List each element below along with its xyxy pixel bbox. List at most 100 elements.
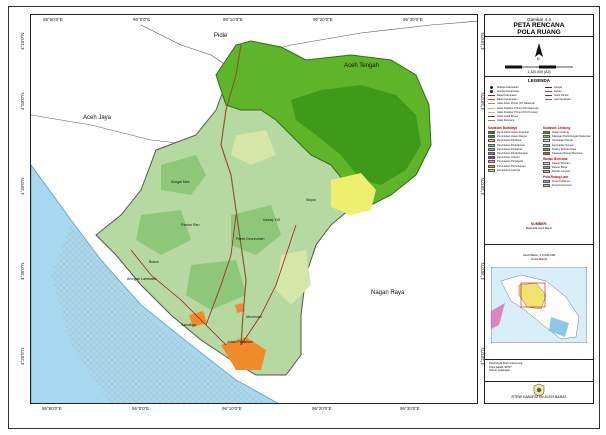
legend-pola-title: Pola Ruang Laut xyxy=(543,174,569,179)
region-nagan-raya: Nagan Raya xyxy=(371,290,405,296)
legend-item: Peruntukan Perikanan xyxy=(488,147,529,151)
legend-symbol-icon xyxy=(543,152,550,156)
legend-item: Peruntukan Permukiman xyxy=(488,164,529,168)
legend-label: Peruntukan Lainnya xyxy=(497,168,521,172)
legend-symbol-icon xyxy=(488,147,495,151)
legend-symbol-icon xyxy=(543,161,550,165)
legend-label: Ibukota Kecamatan xyxy=(497,89,520,93)
town-label: Johan Pahlawan xyxy=(227,340,253,344)
agency-name: RTRW KABUPATEN ACEH BARAT xyxy=(511,395,567,399)
legend-label: Rawan Longsor xyxy=(552,170,571,174)
legend-label: Peruntukan Hutan Produksi xyxy=(497,131,529,135)
legend-symbol-icon xyxy=(545,86,552,88)
legend-symbol-icon xyxy=(543,143,550,147)
legend-label: Jalan Kolektor Primer (KK Nasional) xyxy=(497,106,539,110)
legend-symbol-icon xyxy=(488,103,495,105)
legend-symbol-icon xyxy=(545,94,552,96)
legend-title: LEGENDA xyxy=(527,78,550,83)
legend-label: Jalan Arteri Primer (KT Nasional) xyxy=(497,102,535,106)
legend-symbol-icon xyxy=(488,99,495,101)
town-label: Arongan Lambalek xyxy=(127,277,157,281)
town-label: Sungai Mas xyxy=(171,180,190,184)
legend-label: Peruntukan Pertanian xyxy=(497,139,523,143)
legend-label: Peruntukan Perkebunan xyxy=(497,143,525,147)
legend-item: Peruntukan Pariwisata xyxy=(488,160,529,164)
town-label: Meureubo xyxy=(246,315,262,319)
reference-block: Peta Rupa Bumi Indonesia Citra Satelit S… xyxy=(485,360,593,382)
legend-label: Ibukota Kabupaten xyxy=(497,85,519,89)
legend-symbol-icon xyxy=(488,143,495,147)
region-aceh-jaya: Aceh Jaya xyxy=(83,115,112,121)
map-panel: Gambar 4.4 PETA RENCANA POLA RUANG N 1:3… xyxy=(484,14,594,404)
tick-bottom-5: 96°30'0"E xyxy=(400,406,420,411)
legend-item: Jalan Rencana xyxy=(488,119,539,123)
agency-block: RTRW KABUPATEN ACEH BARAT xyxy=(485,382,593,404)
legend-label: Rawan Banjir xyxy=(552,165,568,169)
legend-label: Peruntukan Hutan Rakyat xyxy=(497,135,527,139)
legend-symbol-icon xyxy=(488,139,495,143)
legend-item: Jalur Evakuasi xyxy=(545,98,571,102)
town-label: Kaway XVI xyxy=(263,218,281,222)
map-title-line2: POLA RUANG xyxy=(517,29,561,36)
legend-label: Jalan Lokal Primer xyxy=(497,114,519,118)
legend-label: Garis Pantai xyxy=(554,93,569,97)
legend-item: Rawan Longsor xyxy=(543,170,591,174)
map-title-line1: PETA RENCANA xyxy=(513,22,565,29)
legend-label: Kawasan Perlindungan Setempat xyxy=(552,135,591,139)
legend-budidaya-title: Kawasan Budidaya xyxy=(488,126,518,130)
legend-right-top: Sungai Danau Garis Pantai Jalur Evakuasi xyxy=(545,85,571,102)
tick-left-4: 4°20'0"N xyxy=(20,347,25,365)
tick-top-1: 95°50'0"E xyxy=(43,17,63,22)
title-block: Gambar 4.4 PETA RENCANA POLA RUANG xyxy=(485,15,593,37)
legend-label: Sempadan Pantai xyxy=(552,139,573,143)
tick-top-4: 96°20'0"E xyxy=(313,17,333,22)
tick-bottom-1: 95°50'0"E xyxy=(42,406,62,411)
legend-symbol-icon xyxy=(488,160,495,164)
legend-symbol-icon xyxy=(488,115,495,117)
legend-label: Batas Kecamatan xyxy=(497,98,518,102)
tick-bottom-3: 96°10'0"E xyxy=(222,406,242,411)
legend-symbol-icon xyxy=(488,164,495,168)
legend-symbol-icon xyxy=(488,94,495,96)
inset-map xyxy=(491,267,587,343)
map-sheet: 95°50'0"E 96°0'0"E 96°10'0"E 96°20'0"E 9… xyxy=(0,0,606,435)
reference-line: Survei Lapangan xyxy=(489,368,511,373)
legend-symbol-icon xyxy=(543,147,550,151)
legend-budidaya: Kawasan Budidaya Peruntukan Hutan Produk… xyxy=(488,125,529,172)
legend-item: Kawasan Rawan Bencana xyxy=(543,151,591,156)
legend-label: Sempadan Sungai xyxy=(552,143,574,147)
town-label: Bubon xyxy=(149,260,160,264)
inset-subtitle: Aceh Barat xyxy=(531,257,547,261)
legend-item: Peruntukan Pertambangan xyxy=(488,151,529,156)
tick-left-2: 4°40'0"N xyxy=(20,177,25,195)
tick-top-2: 96°0'0"E xyxy=(133,17,151,22)
legend-label: Hutan Lindung xyxy=(552,131,569,135)
border-aceh-jaya xyxy=(31,114,197,146)
legend-label: Jalan Kolektor Primer (KK Provinsi) xyxy=(497,110,538,114)
legend-symbol-icon xyxy=(543,179,550,183)
legend-symbol-icon xyxy=(545,99,552,101)
legend-symbol-icon xyxy=(488,111,495,113)
scale-label: 1:320.000 (A3) xyxy=(527,70,551,74)
legend-symbol-icon xyxy=(543,170,550,174)
map-canvas xyxy=(31,20,477,403)
town-label: Samatiga xyxy=(181,323,196,327)
legend-symbol-icon xyxy=(545,90,552,92)
legend-symbol-icon xyxy=(488,135,495,139)
town-label: Woyla xyxy=(306,198,316,202)
legend-symbol-icon xyxy=(543,135,550,139)
legend-label: Peruntukan Pertambangan xyxy=(497,152,529,156)
legend-symbol-icon xyxy=(543,165,550,169)
legend-symbol-icon xyxy=(488,168,495,172)
region-aceh-tengah: Aceh Tengah xyxy=(344,63,379,69)
legend-label: Kawasan Rawan Bencana xyxy=(552,152,583,156)
inset-block: Aceh Barat, 1:3.000.000 Aceh Barat xyxy=(485,245,593,360)
legend-label: Peruntukan Industri xyxy=(497,156,520,160)
legend-label: Peruntukan Permukiman xyxy=(497,164,526,168)
legend-label: Zona Perikanan xyxy=(552,179,571,183)
tick-bottom-4: 96°20'0"E xyxy=(312,406,332,411)
town-label: Pante Ceureumen xyxy=(236,237,265,241)
legend-lindung: Kawasan Lindung Hutan Lindung Kawasan Per… xyxy=(543,125,591,188)
tick-left-1: 4°50'0"N xyxy=(20,92,25,110)
tick-top-3: 96°10'0"E xyxy=(223,17,243,22)
